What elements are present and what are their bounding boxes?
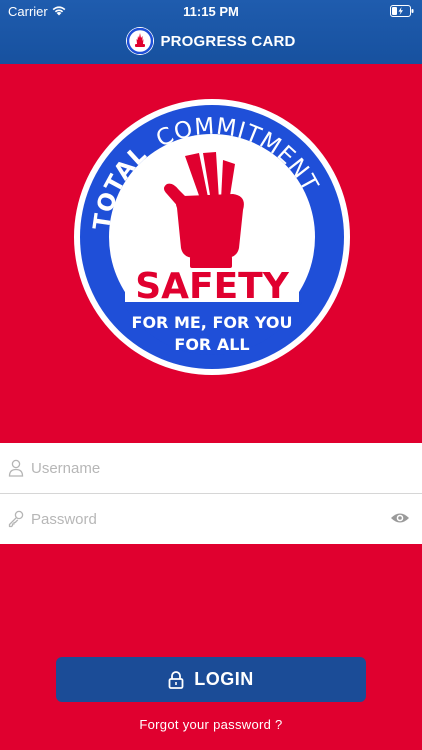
raised-hand-logo-icon [126,27,155,55]
lock-icon [168,670,184,689]
eye-icon[interactable] [390,511,410,525]
password-input[interactable] [31,504,371,534]
username-field[interactable] [0,443,422,493]
login-button-label: LOGIN [194,669,254,689]
app-header: Carrier 11:15 PM PROGRESS CARD [0,0,422,64]
badge-bottom-line-2: FOR ALL [174,335,249,354]
badge-bottom-line-1: FOR ME, FOR YOU [132,313,293,332]
battery-charging-icon [390,5,414,17]
page-title: PROGRESS CARD [160,32,296,50]
login-button[interactable]: LOGIN [56,657,366,702]
key-icon [8,510,24,528]
badge-safety-text: SAFETY [135,266,290,307]
status-bar: Carrier 11:15 PM [0,0,422,22]
password-field[interactable] [0,494,422,544]
login-form [0,443,422,544]
forgot-password-link[interactable]: Forgot your password ? [0,717,422,732]
safety-badge-logo: TOTAL COMMITMENT SAFETY FOR ME, FOR YOU … [73,98,351,376]
clock: 11:15 PM [183,4,239,19]
user-icon [8,459,24,477]
nav-bar: PROGRESS CARD [0,26,422,56]
username-input[interactable] [31,453,371,483]
